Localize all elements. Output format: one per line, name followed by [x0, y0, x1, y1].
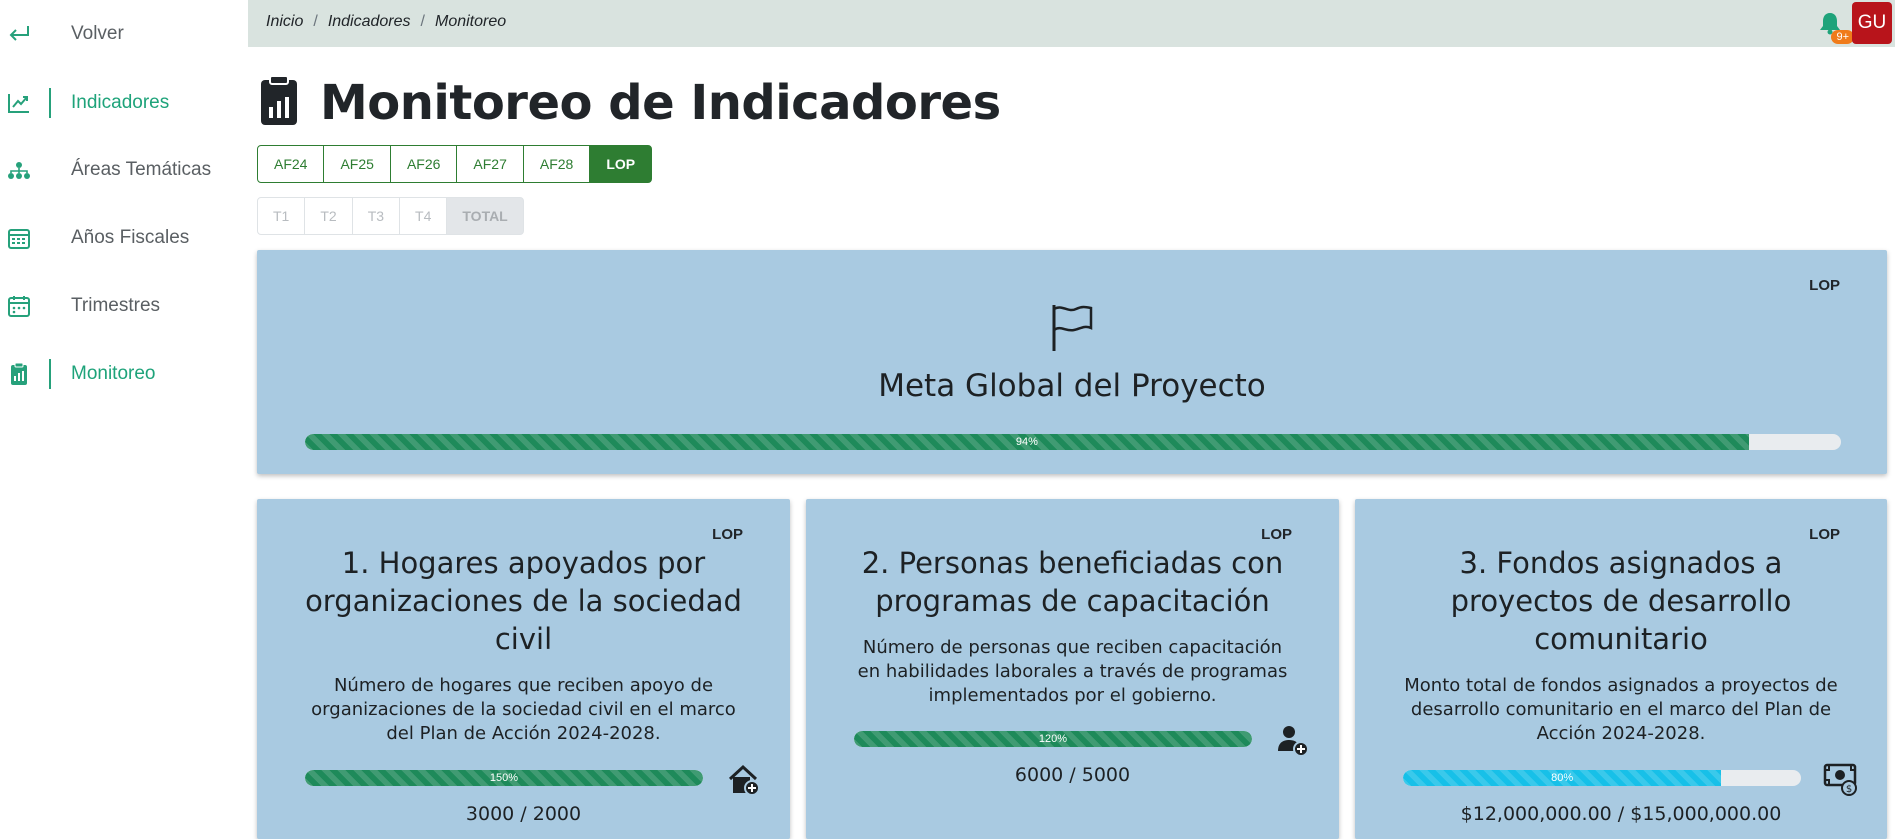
indicator-card: LOP 1. Hogares apoyados por organizacion…	[257, 499, 790, 839]
calendar-icon	[6, 293, 32, 319]
house-plus-icon	[727, 763, 761, 797]
indicator-title: 2. Personas beneficiadas con programas d…	[861, 546, 1284, 618]
calendar-grid-icon	[6, 225, 32, 251]
indicator-progress-bar: 80%	[1403, 770, 1801, 786]
sidebar-item-label: Indicadores	[71, 92, 170, 113]
indicator-description: Número de hogares que reciben apoyo de o…	[311, 675, 736, 744]
global-progress-bar: 94%	[305, 434, 1841, 450]
indicator-value: 6000 / 5000	[1014, 764, 1131, 786]
avatar[interactable]: GU	[1852, 2, 1892, 44]
svg-text:$: $	[1846, 784, 1852, 795]
breadcrumb-inicio[interactable]: Inicio	[266, 13, 303, 30]
global-goal-card: LOP Meta Global del Proyecto 94%	[257, 250, 1887, 474]
sidebar-item-indicadores[interactable]: Indicadores	[0, 75, 248, 131]
breadcrumb-indicadores[interactable]: Indicadores	[328, 13, 411, 30]
tab-t4[interactable]: T4	[399, 197, 448, 235]
breadcrumb-monitoreo: Monitoreo	[434, 13, 507, 30]
indicator-progress-fill: 120%	[854, 731, 1252, 747]
clipboard-chart-icon	[6, 361, 32, 387]
indicator-progress-bar: 150%	[305, 770, 703, 786]
money-bill-icon: $	[1823, 761, 1857, 796]
indicator-title: 1. Hogares apoyados por organizaciones d…	[305, 546, 742, 656]
tab-t3[interactable]: T3	[351, 197, 401, 235]
clipboard-chart-icon	[258, 75, 300, 131]
tab-af25[interactable]: AF25	[323, 145, 391, 183]
tab-total[interactable]: TOTAL	[446, 197, 524, 235]
tab-af27[interactable]: AF27	[456, 145, 524, 183]
indicator-progress-fill: 80%	[1403, 770, 1722, 786]
sidebar-item-volver[interactable]: Volver	[0, 6, 248, 62]
tab-lop[interactable]: LOP	[589, 145, 653, 183]
indicator-card: LOP 3. Fondos asignados a proyectos de d…	[1355, 499, 1887, 839]
sidebar-item-areas-tematicas[interactable]: Áreas Temáticas	[0, 142, 248, 198]
quarter-tabs: T1 T2 T3 T4 TOTAL	[257, 197, 524, 235]
return-arrow-icon	[6, 21, 32, 47]
sidebar-item-anos-fiscales[interactable]: Años Fiscales	[0, 210, 248, 266]
sidebar-item-monitoreo[interactable]: Monitoreo	[0, 346, 248, 402]
period-tag: LOP	[1809, 526, 1840, 543]
active-indicator	[49, 88, 51, 118]
indicator-value: 3000 / 2000	[465, 803, 582, 825]
flag-icon	[1050, 303, 1094, 357]
indicator-card: LOP 2. Personas beneficiadas con program…	[806, 499, 1339, 839]
active-indicator	[49, 359, 51, 389]
breadcrumb: Inicio / Indicadores / Monitoreo	[266, 13, 507, 30]
sidebar-item-label: Años Fiscales	[71, 227, 190, 248]
indicator-progress-fill: 150%	[305, 770, 703, 786]
indicator-value: $12,000,000.00 / $15,000,000.00	[1460, 803, 1782, 825]
trend-chart-icon	[6, 90, 32, 116]
user-plus-icon	[1276, 723, 1310, 757]
period-tag: LOP	[1261, 526, 1292, 543]
tab-t1[interactable]: T1	[257, 197, 306, 235]
indicator-description: Número de personas que reciben capacitac…	[857, 637, 1288, 706]
indicator-description: Monto total de fondos asignados a proyec…	[1404, 675, 1838, 744]
sidebar-item-label: Trimestres	[71, 295, 161, 316]
sitemap-icon	[6, 157, 32, 183]
indicator-progress-bar: 120%	[854, 731, 1252, 747]
period-tag: LOP	[1809, 277, 1840, 294]
global-goal-title: Meta Global del Proyecto	[878, 368, 1266, 404]
year-tabs: AF24 AF25 AF26 AF27 AF28 LOP	[257, 145, 653, 183]
page-header: Monitoreo de Indicadores	[258, 68, 1001, 138]
sidebar-item-label: Volver	[71, 23, 124, 44]
tab-af28[interactable]: AF28	[522, 145, 591, 183]
period-tag: LOP	[712, 526, 743, 543]
sidebar-item-label: Monitoreo	[71, 363, 156, 384]
page-title: Monitoreo de Indicadores	[320, 75, 1001, 131]
top-bar: Inicio / Indicadores / Monitoreo 9+ GU	[248, 0, 1895, 47]
sidebar-item-trimestres[interactable]: Trimestres	[0, 278, 248, 334]
global-progress-fill: 94%	[305, 434, 1749, 450]
indicator-title: 3. Fondos asignados a proyectos de desar…	[1450, 546, 1792, 656]
tab-af26[interactable]: AF26	[389, 145, 458, 183]
sidebar: Volver Indicadores Áreas Temáticas Años …	[0, 0, 248, 831]
tab-af24[interactable]: AF24	[257, 145, 325, 183]
notification-badge: 9+	[1831, 30, 1854, 44]
sidebar-item-label: Áreas Temáticas	[71, 159, 212, 180]
tab-t2[interactable]: T2	[304, 197, 353, 235]
